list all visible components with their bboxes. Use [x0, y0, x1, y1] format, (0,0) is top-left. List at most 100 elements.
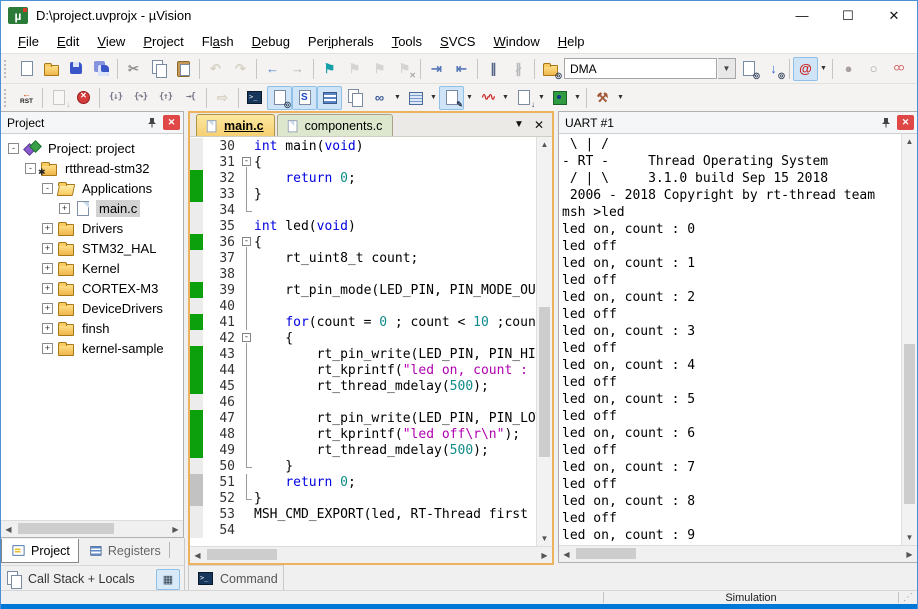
- tab-registers[interactable]: Registers: [79, 539, 169, 562]
- fold-collapse-icon[interactable]: [241, 154, 254, 170]
- redo-button[interactable]: ↷: [228, 57, 253, 81]
- uart-vertical-scrollbar[interactable]: ▲ ▼: [901, 134, 917, 545]
- open-file-button[interactable]: [39, 57, 64, 81]
- undo-button[interactable]: ↶: [203, 57, 228, 81]
- collapse-icon[interactable]: -: [42, 183, 53, 194]
- uart-panel-close-icon[interactable]: ✕: [897, 115, 914, 130]
- scroll-down-icon[interactable]: ▼: [902, 530, 917, 545]
- expand-icon[interactable]: +: [59, 203, 70, 214]
- expand-icon[interactable]: +: [42, 343, 53, 354]
- editor-tab-main.c[interactable]: main.c: [196, 114, 275, 136]
- uart-body[interactable]: \ | /- RT - Thread Operating System / | …: [559, 134, 917, 545]
- menu-project[interactable]: Project: [134, 32, 192, 51]
- scroll-up-icon[interactable]: ▲: [537, 137, 552, 152]
- command-panel-bar[interactable]: Command: [188, 565, 284, 590]
- scroll-thumb[interactable]: [207, 549, 277, 560]
- toolbox-button[interactable]: ⚒: [590, 86, 615, 110]
- scroll-thumb[interactable]: [904, 344, 915, 504]
- tab-project[interactable]: Project: [1, 539, 79, 563]
- expand-icon[interactable]: +: [42, 243, 53, 254]
- bookmark-clear-all-button[interactable]: ⚑✕: [392, 57, 417, 81]
- fold-collapse-icon[interactable]: [241, 234, 254, 250]
- editor-vertical-scrollbar[interactable]: ▲ ▼: [536, 137, 552, 546]
- calculator-icon[interactable]: ▦: [156, 569, 180, 590]
- show-next-statement-button[interactable]: ⇨: [210, 86, 235, 110]
- resize-grip[interactable]: ⋰: [899, 592, 917, 603]
- menu-view[interactable]: View: [88, 32, 134, 51]
- find-text-dropdown-icon[interactable]: ▼: [718, 58, 736, 79]
- tab-list-icon[interactable]: ▼: [514, 119, 524, 130]
- paste-button[interactable]: [171, 57, 196, 81]
- run-button[interactable]: ↓: [46, 86, 71, 110]
- fold-collapse-icon[interactable]: [241, 330, 254, 346]
- tree-item-cortex-m3[interactable]: +CORTEX-M3: [1, 278, 183, 298]
- analysis-window-dropdown[interactable]: ▼: [500, 87, 511, 109]
- cut-button[interactable]: ✂: [121, 57, 146, 81]
- expand-icon[interactable]: +: [42, 283, 53, 294]
- editor-body[interactable]: 30int main(void)31{32 return 0;33}3435in…: [190, 137, 552, 546]
- collapse-icon[interactable]: -: [25, 163, 36, 174]
- copy-button[interactable]: [146, 57, 171, 81]
- analysis-window-button[interactable]: [475, 86, 500, 110]
- scroll-thumb[interactable]: [539, 307, 550, 457]
- scroll-right-icon[interactable]: ▶: [168, 521, 183, 537]
- tree-item-project-project[interactable]: -Project: project: [1, 138, 183, 158]
- scroll-left-icon[interactable]: ◀: [190, 547, 205, 563]
- system-viewer-window-dropdown[interactable]: ▼: [572, 87, 583, 109]
- menu-window[interactable]: Window: [484, 32, 548, 51]
- find-next-button[interactable]: @: [793, 57, 818, 81]
- callstack-panel-bar[interactable]: Call Stack + Locals ▦: [1, 565, 185, 590]
- symbols-window-button[interactable]: [292, 86, 317, 110]
- find-in-files-button[interactable]: ◎: [538, 57, 563, 81]
- tree-item-drivers[interactable]: +Drivers: [1, 218, 183, 238]
- tree-item-devicedrivers[interactable]: +DeviceDrivers: [1, 298, 183, 318]
- scroll-right-icon[interactable]: ▶: [902, 546, 917, 562]
- find-combobox[interactable]: DMA: [564, 58, 717, 79]
- pin-icon[interactable]: [878, 115, 894, 130]
- scroll-left-icon[interactable]: ◀: [1, 521, 16, 537]
- scroll-thumb[interactable]: [18, 523, 114, 534]
- command-window-button[interactable]: [242, 86, 267, 110]
- bookmark-previous-button[interactable]: ⚑: [367, 57, 392, 81]
- scroll-thumb[interactable]: [576, 548, 636, 559]
- menu-edit[interactable]: Edit: [48, 32, 88, 51]
- expand-icon[interactable]: +: [42, 303, 53, 314]
- new-file-button[interactable]: [14, 57, 39, 81]
- memory-window-button[interactable]: [403, 86, 428, 110]
- serial-window-button[interactable]: ✎: [439, 86, 464, 110]
- bookmark-toggle-button[interactable]: ⚑: [317, 57, 342, 81]
- serial-window-dropdown[interactable]: ▼: [464, 87, 475, 109]
- minimize-button[interactable]: —: [779, 1, 825, 30]
- watch-window-button[interactable]: ∞: [367, 86, 392, 110]
- indent-right-button[interactable]: ⇥: [424, 57, 449, 81]
- toolbar-grip[interactable]: [4, 60, 10, 78]
- memory-window-dropdown[interactable]: ▼: [428, 87, 439, 109]
- save-all-button[interactable]: [89, 57, 114, 81]
- close-tab-icon[interactable]: ✕: [534, 118, 544, 132]
- save-file-button[interactable]: [64, 57, 89, 81]
- maximize-button[interactable]: ☐: [825, 1, 871, 30]
- indent-left-button[interactable]: ⇤: [449, 57, 474, 81]
- incremental-find-button[interactable]: ↓◎: [761, 57, 786, 81]
- tree-item-main-c[interactable]: +main.c: [1, 198, 183, 218]
- collapse-icon[interactable]: -: [8, 143, 19, 154]
- run-to-cursor-button[interactable]: →{: [178, 86, 203, 110]
- disassembly-window-button[interactable]: ◎: [267, 86, 292, 110]
- menu-file[interactable]: File: [9, 32, 48, 51]
- project-panel-close-icon[interactable]: ✕: [163, 115, 180, 130]
- editor-tab-components.c[interactable]: components.c: [277, 114, 394, 136]
- project-horizontal-scrollbar[interactable]: ◀ ▶: [1, 520, 183, 537]
- tree-item-stm32-hal[interactable]: +STM32_HAL: [1, 238, 183, 258]
- expand-icon[interactable]: +: [42, 323, 53, 334]
- menu-flash[interactable]: Flash: [193, 32, 243, 51]
- close-button[interactable]: ✕: [871, 1, 917, 30]
- expand-icon[interactable]: +: [42, 223, 53, 234]
- find-next-dropdown[interactable]: ▼: [818, 58, 829, 80]
- editor-horizontal-scrollbar[interactable]: ◀ ▶: [190, 546, 552, 563]
- menu-tools[interactable]: Tools: [383, 32, 431, 51]
- toolbox-dropdown[interactable]: ▼: [615, 87, 626, 109]
- step-into-button[interactable]: {↓}: [103, 86, 128, 110]
- disable-all-breakpoints-button[interactable]: ○○: [886, 57, 911, 81]
- step-out-button[interactable]: {↑}: [153, 86, 178, 110]
- uncomment-selection-button[interactable]: ∦: [506, 57, 531, 81]
